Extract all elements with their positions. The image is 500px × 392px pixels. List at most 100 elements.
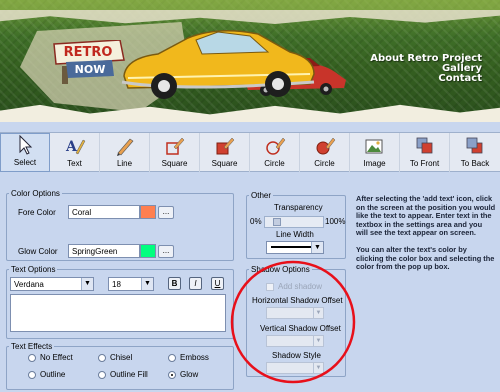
font-family-select[interactable]: Verdana ▼ <box>10 277 94 291</box>
effect-emboss-radio[interactable]: Emboss <box>168 353 209 362</box>
tool-label: Line <box>116 159 133 168</box>
circle-filled-tool-button[interactable]: Circle <box>300 133 351 172</box>
radio-label: No Effect <box>40 353 73 362</box>
other-legend: Other <box>251 191 272 200</box>
line-width-label: Line Width <box>276 230 314 239</box>
retro-now-logo: RETRO NOW <box>53 40 125 84</box>
effect-glow-radio[interactable]: Glow <box>168 370 198 379</box>
horizontal-offset-label: Horizontal Shadow Offset <box>252 296 343 305</box>
effect-outline-fill-radio[interactable]: Outline Fill <box>98 370 148 379</box>
image-icon <box>365 139 383 154</box>
transparency-label: Transparency <box>274 203 323 212</box>
help-paragraph-1: After selecting the 'add text' icon, cli… <box>356 194 496 238</box>
tool-label: Circle <box>264 159 285 168</box>
radio-dot <box>98 370 106 379</box>
svg-text:RETRO: RETRO <box>64 45 113 60</box>
text-effects-group: Text Effects <box>6 342 234 390</box>
vertical-offset-select[interactable]: ▼ <box>266 335 324 347</box>
line-width-select[interactable]: ▼ <box>266 241 324 254</box>
line-pencil-icon <box>116 138 133 156</box>
select-tool-button[interactable]: Select <box>0 133 51 172</box>
vertical-offset-label: Vertical Shadow Offset <box>260 324 341 333</box>
radio-dot-selected <box>168 370 176 379</box>
header-banner: RETRO NOW About Retro Project Gallery Co… <box>0 0 500 122</box>
chevron-down-icon: ▼ <box>313 336 323 346</box>
chevron-down-icon: ▼ <box>311 242 323 253</box>
font-size-select[interactable]: 18 ▼ <box>108 277 154 291</box>
radio-label: Emboss <box>180 353 209 362</box>
add-shadow-label: Add shadow <box>278 282 323 291</box>
drawing-toolbar: Select A Text Line Square Square Circle … <box>0 132 500 172</box>
to-back-tool-button[interactable]: To Back <box>450 133 500 172</box>
square-filled-icon <box>216 137 234 155</box>
transparency-min-label: 0% <box>250 217 262 226</box>
font-family-value: Verdana <box>14 280 44 289</box>
banner-nav: About Retro Project Gallery Contact <box>370 54 482 84</box>
effect-no-effect-radio[interactable]: No Effect <box>28 353 73 362</box>
radio-label: Outline <box>40 370 66 379</box>
chevron-down-icon: ▼ <box>141 278 153 290</box>
tool-label: To Back <box>460 159 490 168</box>
transparency-slider[interactable] <box>264 216 324 228</box>
glow-color-label: Glow Color <box>18 247 58 256</box>
help-text: After selecting the 'add text' icon, cli… <box>356 194 496 280</box>
chevron-down-icon: ▼ <box>313 363 323 373</box>
radio-dot <box>28 353 36 362</box>
tool-label: To Front <box>409 159 440 168</box>
shadow-style-label: Shadow Style <box>272 351 321 360</box>
help-paragraph-2: You can alter the text's color by clicki… <box>356 244 495 272</box>
glow-color-field[interactable]: SpringGreen <box>68 244 140 258</box>
square-outline-icon <box>165 137 184 155</box>
to-front-icon <box>416 137 432 154</box>
font-size-value: 18 <box>112 280 121 289</box>
bold-button[interactable]: B <box>168 277 181 290</box>
fore-color-swatch[interactable] <box>140 205 156 219</box>
square-outline-tool-button[interactable]: Square <box>150 133 201 172</box>
image-tool-button[interactable]: Image <box>350 133 401 172</box>
to-front-tool-button[interactable]: To Front <box>400 133 451 172</box>
italic-button[interactable]: I <box>189 277 202 290</box>
radio-dot <box>168 353 176 362</box>
tool-label: Text <box>67 159 82 168</box>
fore-color-field[interactable]: Coral <box>68 205 140 219</box>
radio-dot <box>28 370 36 379</box>
text-effects-legend: Text Effects <box>11 342 53 351</box>
nav-contact-link[interactable]: Contact <box>370 74 482 84</box>
underline-button[interactable]: U <box>211 277 224 290</box>
tool-label: Select <box>13 158 37 167</box>
svg-text:NOW: NOW <box>75 63 106 76</box>
fore-color-label: Fore Color <box>18 208 56 217</box>
color-options-legend: Color Options <box>11 189 60 198</box>
effect-outline-radio[interactable]: Outline <box>28 370 65 379</box>
glow-color-swatch[interactable] <box>140 244 156 258</box>
add-shadow-checkbox[interactable]: Add shadow <box>266 282 322 291</box>
slider-thumb[interactable] <box>273 218 282 226</box>
text-options-legend: Text Options <box>11 265 56 274</box>
tool-label: Circle <box>314 159 335 168</box>
fore-color-picker-button[interactable]: ... <box>158 206 174 219</box>
horizontal-offset-select[interactable]: ▼ <box>266 307 324 319</box>
yellow-car-illustration <box>121 30 315 99</box>
radio-label: Outline Fill <box>110 370 148 379</box>
text-pen-icon: A <box>65 139 85 155</box>
cursor-arrow-icon <box>19 134 33 155</box>
to-back-icon <box>466 137 483 154</box>
effect-chisel-radio[interactable]: Chisel <box>98 353 132 362</box>
glow-color-picker-button[interactable]: ... <box>158 245 174 258</box>
transparency-max-label: 100% <box>325 217 346 226</box>
tool-label: Image <box>363 159 386 168</box>
radio-label: Chisel <box>110 353 133 362</box>
chevron-down-icon: ▼ <box>313 308 323 318</box>
radio-label: Glow <box>180 370 199 379</box>
banner-top-strip <box>0 0 500 10</box>
square-filled-tool-button[interactable]: Square <box>200 133 251 172</box>
shadow-style-select[interactable]: ▼ <box>266 362 324 374</box>
settings-panel: Color Options Fore Color Coral ... Glow … <box>0 173 500 392</box>
text-tool-button[interactable]: A Text <box>50 133 101 172</box>
line-tool-button[interactable]: Line <box>100 133 151 172</box>
circle-outline-tool-button[interactable]: Circle <box>250 133 301 172</box>
circle-filled-icon <box>316 137 335 155</box>
shadow-options-legend: Shadow Options <box>251 265 310 274</box>
text-input-area[interactable] <box>10 294 226 332</box>
checkbox-box <box>266 282 274 291</box>
